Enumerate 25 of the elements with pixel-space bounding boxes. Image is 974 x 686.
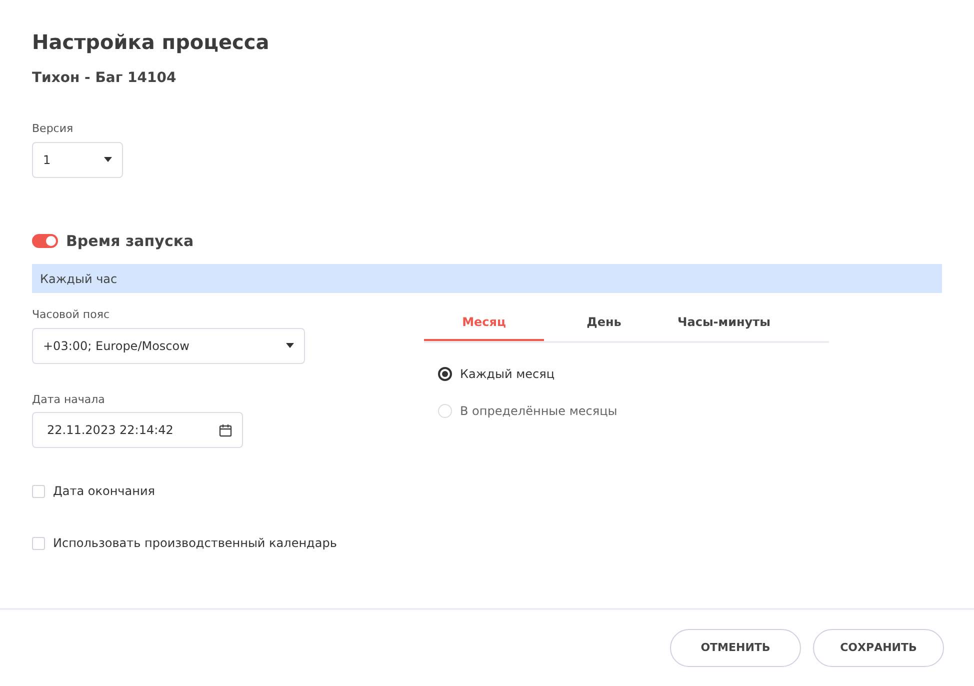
tab[interactable]: День	[544, 305, 664, 341]
process-subtitle: Тихон - Баг 14104	[32, 69, 178, 88]
field-label: Версия	[32, 121, 74, 137]
calendar-icon[interactable]	[219, 424, 232, 436]
radio-label: В определённые месяцы	[460, 403, 618, 420]
schedule-toggle[interactable]	[32, 234, 58, 248]
section-title: Время запуска	[66, 230, 194, 252]
schedule-summary: Каждый час	[32, 264, 942, 293]
page-title: Настройка процесса	[32, 30, 270, 54]
radio-label: Каждый месяц	[460, 366, 554, 383]
checkbox-label: Дата окончания	[53, 483, 155, 500]
checkbox-label: Использовать производственный календарь	[53, 535, 337, 552]
field-label: Дата начала	[32, 392, 106, 408]
date-field[interactable]: 22.11.2023 22:14:42	[32, 412, 243, 448]
radio-button[interactable]	[438, 367, 452, 381]
action-button[interactable]: ОТМЕНИТЬ	[670, 629, 801, 667]
field-label: Часовой пояс	[32, 307, 110, 323]
timezone-select[interactable]: +03:00; Europe/Moscow	[32, 328, 305, 364]
version-select[interactable]: 1	[32, 142, 123, 178]
caret-icon	[286, 343, 294, 348]
checkbox[interactable]	[32, 536, 45, 550]
checkbox[interactable]	[32, 484, 45, 498]
tab[interactable]: Часы-минуты	[664, 305, 784, 341]
caret-icon	[104, 157, 112, 162]
action-button[interactable]: СОХРАНИТЬ	[813, 629, 944, 667]
